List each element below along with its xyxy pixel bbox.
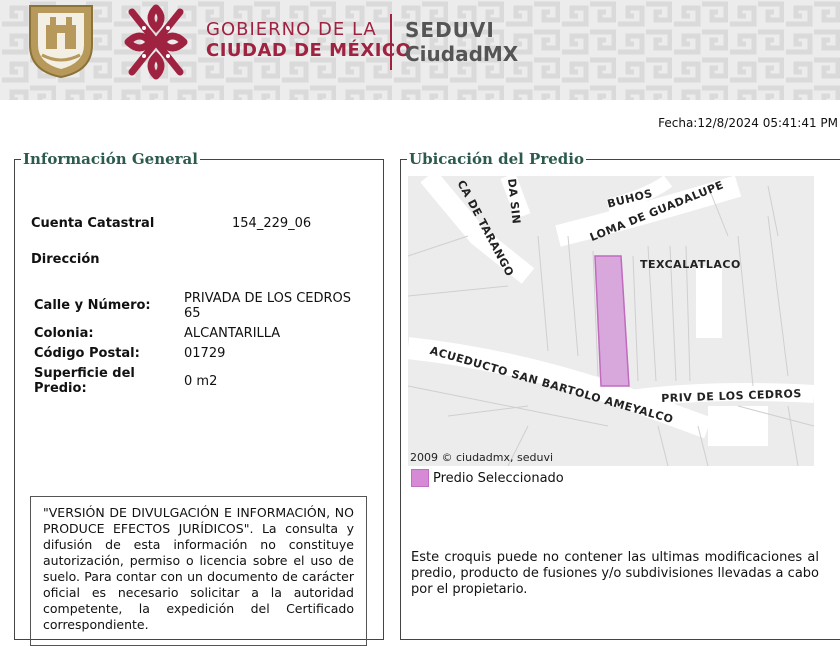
- selected-parcel-swatch: [411, 469, 429, 487]
- map-drawing: [408, 176, 814, 466]
- codigo-postal-label: Código Postal:: [34, 346, 140, 361]
- date-timestamp: Fecha:12/8/2024 05:41:41 PM: [658, 116, 838, 130]
- superficie-label-line2: Predio:: [34, 381, 87, 396]
- cdmx-logo-icon: [124, 4, 188, 80]
- colonia-value: ALCANTARILLA: [184, 326, 281, 341]
- site-header: GOBIERNO DE LA CIUDAD DE MÉXICO SEDUVI C…: [0, 0, 840, 100]
- government-name-line1: GOBIERNO DE LA: [206, 19, 377, 40]
- colonia-label: Colonia:: [34, 326, 94, 341]
- legal-disclaimer: "VERSIÓN DE DIVULGACIÓN E INFORMACIÓN, N…: [30, 496, 367, 646]
- superficie-label-line1: Superficie del: [34, 366, 135, 381]
- selected-parcel-legend-label: Predio Seleccionado: [433, 471, 564, 486]
- government-name-line2: CIUDAD DE MÉXICO: [206, 40, 412, 61]
- header-divider: [390, 14, 392, 70]
- calle-numero-value-line1: PRIVADA DE LOS CEDROS: [184, 291, 352, 306]
- superficie-value: 0 m2: [184, 374, 218, 389]
- location-map[interactable]: CA DE TARANGO DA SIN BUHOS LOMA DE GUADA…: [408, 176, 814, 466]
- map-label-texcalatlaco: TEXCALATLACO: [640, 258, 741, 271]
- direccion-label: Dirección: [31, 252, 100, 267]
- calle-numero-label: Calle y Número:: [34, 298, 151, 313]
- codigo-postal-value: 01729: [184, 346, 226, 361]
- city-coat-of-arms-icon: [29, 5, 93, 79]
- map-credit: 2009 © ciudadmx, seduvi: [410, 451, 554, 464]
- agency-name: SEDUVI: [405, 18, 495, 42]
- calle-numero-value-line2: 65: [184, 306, 201, 321]
- property-location-title: Ubicación del Predio: [409, 150, 584, 168]
- agency-subtitle: CiudadMX: [405, 42, 519, 66]
- general-info-title: Información General: [23, 150, 198, 168]
- cuenta-catastral-value: 154_229_06: [232, 216, 312, 231]
- map-disclaimer-note: Este croquis puede no contener las ultim…: [411, 550, 819, 597]
- cuenta-catastral-label: Cuenta Catastral: [31, 216, 155, 231]
